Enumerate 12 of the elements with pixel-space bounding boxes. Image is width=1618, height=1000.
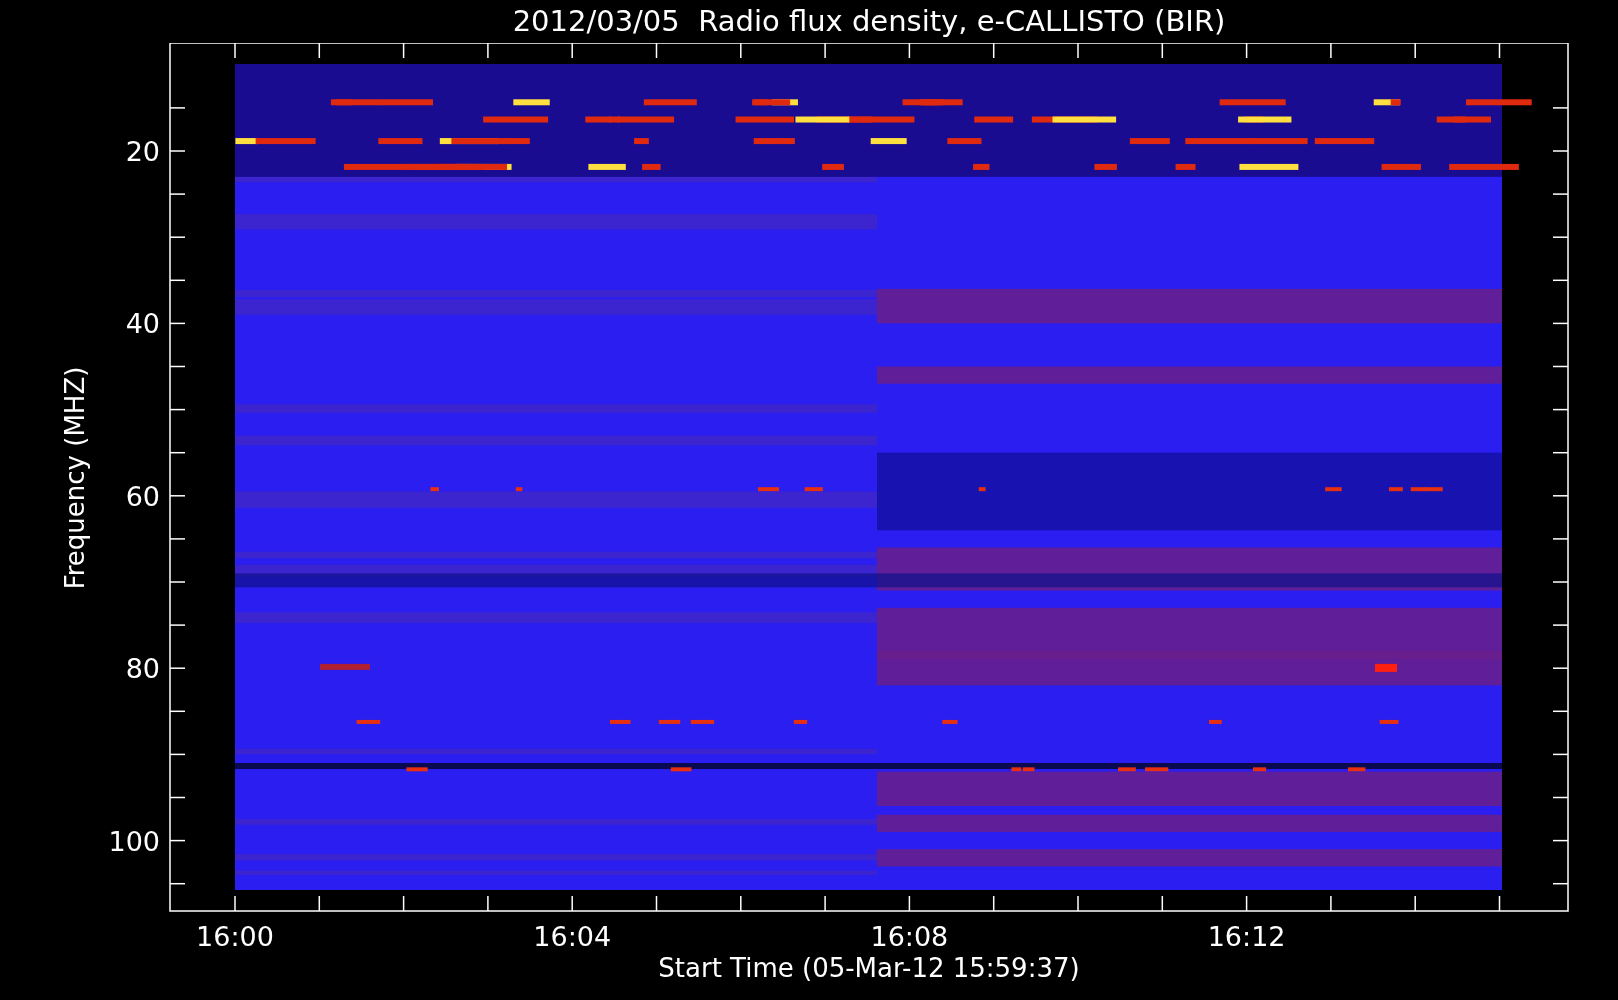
x-tick-label: 16:04 (533, 921, 612, 952)
x-tick-label: 16:00 (196, 921, 274, 952)
x-tick-label: 16:08 (870, 921, 949, 952)
y-tick-label: 80 (125, 653, 160, 685)
x-axis-label: Start Time (05-Mar-12 15:59:37) (658, 955, 1080, 981)
x-tick-label: 16:12 (1207, 921, 1286, 952)
y-tick-label: 60 (125, 480, 160, 512)
y-axis-label: Frequency (MHZ) (60, 366, 90, 590)
chart-title: 2012/03/05 Radio flux density, e-CALLISTO (BIR) (511, 3, 1227, 40)
y-tick-label: 20 (125, 136, 160, 167)
y-tick-label: 100 (108, 825, 160, 857)
y-tick-label: 40 (125, 308, 160, 340)
